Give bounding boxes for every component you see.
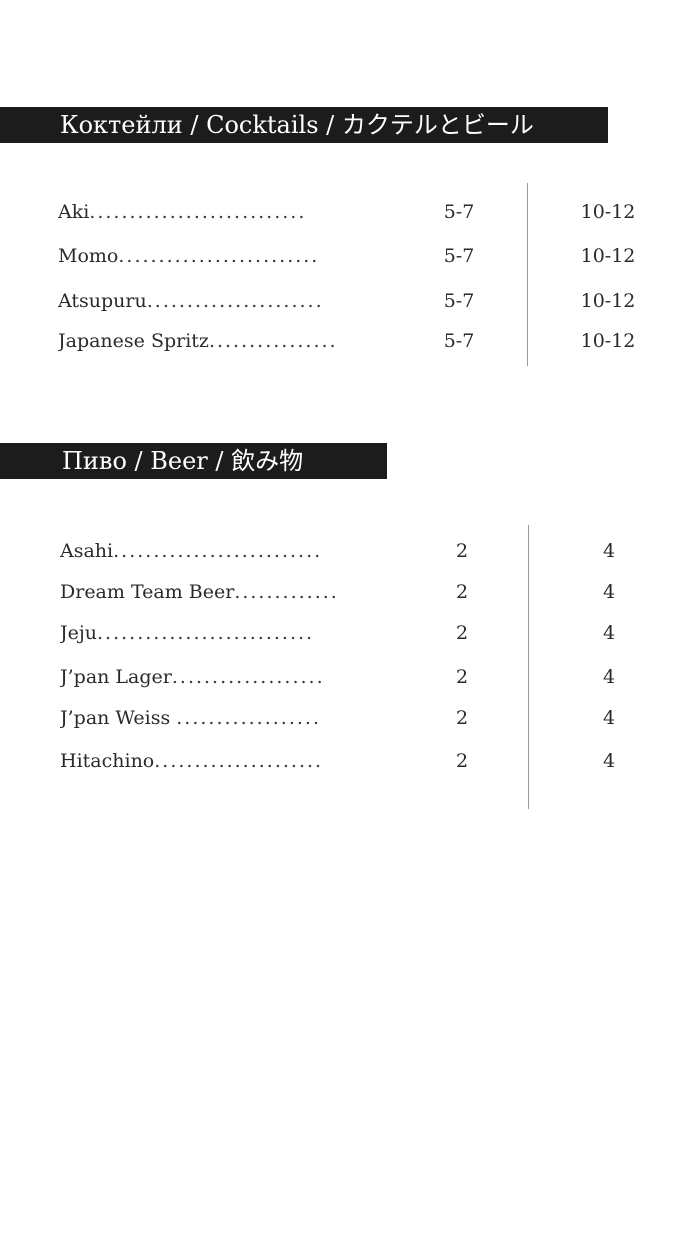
beer-section-header: Пиво / Beer / 飲み物 — [0, 443, 387, 479]
item-name: Jeju — [60, 622, 97, 644]
price-large: 4 — [602, 707, 616, 729]
price-large: 4 — [602, 622, 616, 644]
dot-leader: .................. — [176, 707, 321, 729]
price-large: 4 — [602, 750, 616, 772]
price-large: 10-12 — [580, 330, 636, 352]
dot-leader: ................ — [208, 330, 338, 352]
price-large: 10-12 — [580, 290, 636, 312]
price-small: 2 — [455, 581, 469, 603]
price-large: 10-12 — [580, 201, 636, 223]
dot-leader: ............. — [234, 581, 339, 603]
price-small: 5-7 — [443, 201, 475, 223]
price-large: 10-12 — [580, 245, 636, 267]
price-small: 2 — [455, 750, 469, 772]
cocktails-section-title: Коктейли / Cocktails / カクテルとビール — [60, 111, 534, 139]
menu-row: Hitachino..................... 2 4 — [0, 748, 700, 774]
item-name: Hitachino — [60, 750, 155, 772]
item-name: Dream Team Beer — [60, 581, 235, 603]
dot-leader: ........................... — [97, 622, 315, 644]
price-small: 5-7 — [443, 330, 475, 352]
dot-leader: ..................... — [154, 750, 324, 772]
dot-leader: ......................... — [118, 245, 320, 267]
price-small: 2 — [455, 622, 469, 644]
dot-leader: ........................... — [89, 201, 307, 223]
menu-row: Jeju........................... 2 4 — [0, 620, 700, 646]
price-small: 2 — [455, 540, 469, 562]
menu-row: Momo......................... 5-7 10-12 — [0, 243, 700, 269]
menu-row: Aki........................... 5-7 10-12 — [0, 199, 700, 225]
price-large: 4 — [602, 666, 616, 688]
beer-section-title: Пиво / Beer / 飲み物 — [62, 447, 304, 475]
item-name: J’pan Weiss — [60, 707, 177, 729]
dot-leader: ...................... — [146, 290, 324, 312]
dot-leader: ................... — [171, 666, 325, 688]
price-large: 4 — [602, 540, 616, 562]
price-small: 2 — [455, 666, 469, 688]
item-name: Momo — [58, 245, 119, 267]
menu-row: Atsupuru...................... 5-7 10-12 — [0, 288, 700, 314]
menu-row: J’pan Lager................... 2 4 — [0, 664, 700, 690]
price-small: 5-7 — [443, 290, 475, 312]
item-name: Atsupuru — [58, 290, 147, 312]
dot-leader: .......................... — [113, 540, 323, 562]
menu-row: J’pan Weiss .................. 2 4 — [0, 705, 700, 731]
price-large: 4 — [602, 581, 616, 603]
item-name: Asahi — [60, 540, 114, 562]
price-small: 2 — [455, 707, 469, 729]
menu-row: Asahi.......................... 2 4 — [0, 538, 700, 564]
item-name: Aki — [58, 201, 90, 223]
item-name: Japanese Spritz — [58, 330, 209, 352]
menu-row: Dream Team Beer............. 2 4 — [0, 579, 700, 605]
cocktails-section-header: Коктейли / Cocktails / カクテルとビール — [0, 107, 608, 143]
item-name: J’pan Lager — [60, 666, 172, 688]
price-small: 5-7 — [443, 245, 475, 267]
menu-row: Japanese Spritz................ 5-7 10-1… — [0, 328, 700, 354]
